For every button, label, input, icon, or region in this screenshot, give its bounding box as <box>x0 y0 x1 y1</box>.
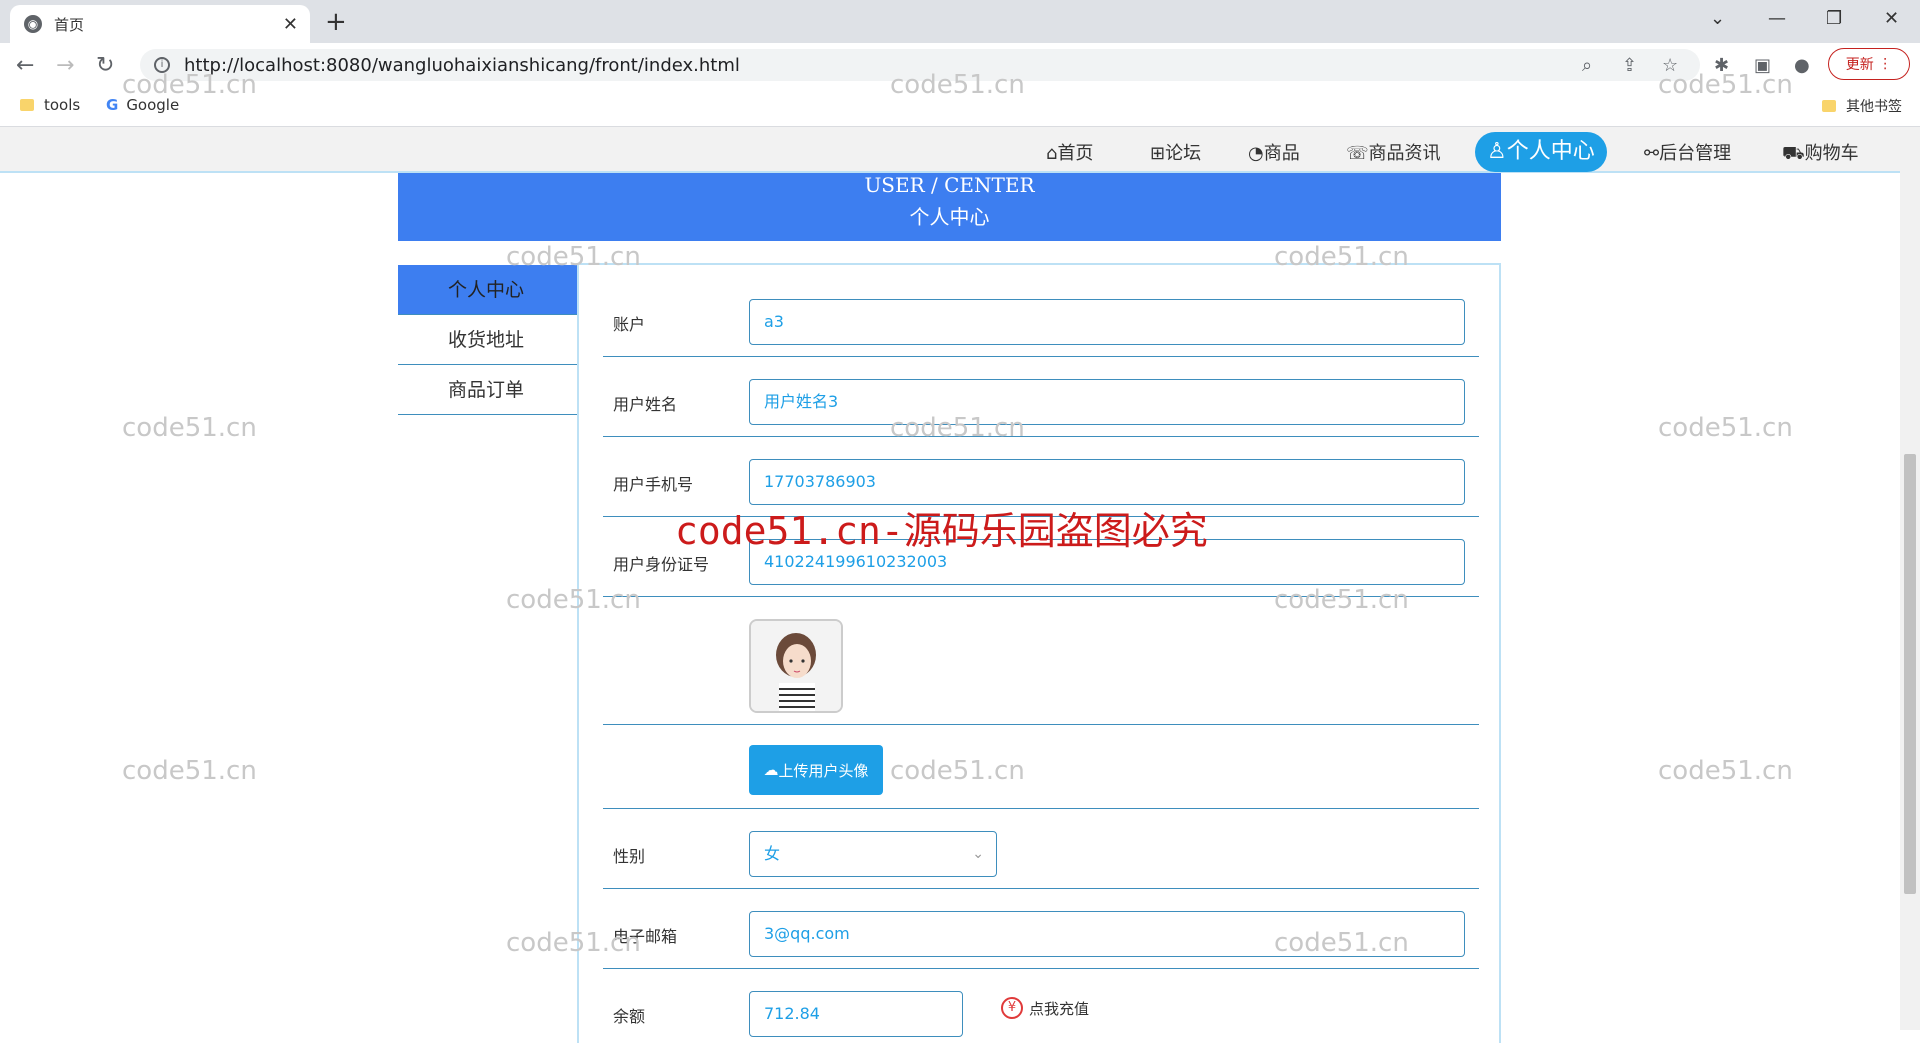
share-icon[interactable]: ⇪ <box>1622 55 1637 76</box>
url-text[interactable]: http://localhost:8080/wangluohaixianshic… <box>184 55 740 76</box>
name-input[interactable]: 用户姓名3 <box>749 379 1465 425</box>
row-avatar <box>603 597 1479 725</box>
row-gender: 性别 女 ⌄ <box>603 809 1479 889</box>
nav-cart[interactable]: ⛟购物车 <box>1782 139 1859 167</box>
banner-title: 个人中心 <box>909 205 990 229</box>
back-icon[interactable]: ← <box>16 53 34 78</box>
window-close-icon[interactable]: ✕ <box>1884 8 1899 29</box>
watermark: code51.cn <box>1274 585 1409 615</box>
bookmark-label: tools <box>44 96 81 114</box>
new-tab-icon[interactable]: + <box>325 7 347 37</box>
bookmark-tools[interactable]: tools <box>20 96 80 114</box>
chevron-down-icon: ⌄ <box>972 846 984 862</box>
watermark: code51.cn <box>122 70 257 100</box>
folder-icon <box>1822 100 1836 112</box>
watermark: code51.cn <box>1658 70 1793 100</box>
phone-label: 用户手机号 <box>613 475 694 494</box>
update-button[interactable]: 更新 ⋮ <box>1828 48 1910 80</box>
side-item-address[interactable]: 收货地址 <box>398 315 578 365</box>
globe-icon: ◉ <box>24 15 42 33</box>
phone-input[interactable]: 17703786903 <box>749 459 1465 505</box>
page-scrollbar[interactable] <box>1900 127 1920 1030</box>
nav-news[interactable]: ☏商品资讯 <box>1346 139 1441 165</box>
tab-title: 首页 <box>54 15 85 34</box>
row-upload: ☁ 上传用户头像 <box>603 725 1479 809</box>
close-tab-icon[interactable]: ✕ <box>283 14 298 35</box>
account-input[interactable]: a3 <box>749 299 1465 345</box>
update-label: 更新 <box>1845 57 1874 73</box>
nav-admin[interactable]: ⚯后台管理 <box>1644 139 1731 165</box>
minimize-icon[interactable]: — <box>1768 8 1786 29</box>
forward-icon[interactable]: → <box>56 53 74 78</box>
avatar <box>749 619 843 713</box>
nav-user-center[interactable]: ♙个人中心 <box>1475 132 1607 172</box>
google-icon: G <box>106 96 119 114</box>
balance-label: 余额 <box>613 1007 646 1026</box>
account-label: 账户 <box>613 315 646 334</box>
row-balance: 余额 712.84 ¥ 点我充值 <box>603 969 1479 1045</box>
row-account: 账户 a3 <box>603 265 1479 357</box>
row-name: 用户姓名 用户姓名3 <box>603 357 1479 437</box>
gender-value: 女 <box>764 844 781 863</box>
profile-icon[interactable]: ● <box>1794 55 1810 76</box>
watermark: code51.cn <box>506 242 641 272</box>
nav-home[interactable]: ⌂首页 <box>1046 139 1093 165</box>
page-banner: USER / CENTER 个人中心 <box>398 173 1501 241</box>
browser-tab-bar: ◉ 首页 ✕ + ⌄ — ❐ ✕ <box>0 0 1920 43</box>
watermark: code51.cn <box>1274 928 1409 958</box>
watermark: code51.cn <box>1274 242 1409 272</box>
recharge-label: 点我充值 <box>1029 999 1090 1018</box>
upload-avatar-button[interactable]: ☁ 上传用户头像 <box>749 745 883 795</box>
watermark: code51.cn <box>890 413 1025 443</box>
watermark: code51.cn <box>506 928 641 958</box>
zoom-icon[interactable]: ⌕ <box>1582 55 1592 76</box>
watermark: code51.cn <box>122 413 257 443</box>
scrollbar-thumb[interactable] <box>1904 454 1916 894</box>
watermark: code51.cn <box>506 585 641 615</box>
profile-form: 账户 a3 用户姓名 用户姓名3 用户手机号 17703786903 用户身份证… <box>577 263 1501 1043</box>
watermark: code51.cn <box>1658 756 1793 786</box>
watermark: code51.cn <box>890 70 1025 100</box>
name-label: 用户姓名 <box>613 395 678 414</box>
tab-search-icon[interactable]: ⌄ <box>1710 8 1725 29</box>
avatar-image <box>751 621 841 711</box>
recharge-link[interactable]: ¥ 点我充值 <box>1001 997 1089 1019</box>
nav-forum[interactable]: ⊞论坛 <box>1150 139 1201 165</box>
side-item-orders[interactable]: 商品订单 <box>398 365 578 415</box>
yen-icon: ¥ <box>1001 997 1023 1019</box>
browser-tab[interactable]: ◉ 首页 ✕ <box>10 5 310 43</box>
cloud-upload-icon: ☁ <box>763 761 779 779</box>
reload-icon[interactable]: ↻ <box>96 53 114 78</box>
watermark: code51.cn <box>122 756 257 786</box>
watermark: code51.cn <box>1658 413 1793 443</box>
balance-input[interactable]: 712.84 <box>749 991 963 1037</box>
copyright-watermark: code51.cn-源码乐园盗图必究 <box>675 509 1208 553</box>
side-menu: 个人中心 收货地址 商品订单 <box>398 265 578 415</box>
other-bookmarks[interactable]: 其他书签 <box>1822 96 1902 116</box>
gender-label: 性别 <box>613 847 646 866</box>
site-nav: ⌂首页 ⊞论坛 ◔商品 ☏商品资讯 ♙个人中心 ⚯后台管理 ⛟购物车 <box>0 127 1900 173</box>
folder-icon <box>20 99 34 111</box>
nav-goods[interactable]: ◔商品 <box>1248 139 1300 165</box>
banner-en: USER / CENTER <box>864 173 1035 197</box>
side-item-user-center[interactable]: 个人中心 <box>398 265 578 315</box>
watermark: code51.cn <box>890 756 1025 786</box>
upload-label: 上传用户头像 <box>778 761 869 780</box>
restore-icon[interactable]: ❐ <box>1826 8 1842 29</box>
other-bookmarks-label: 其他书签 <box>1846 99 1902 115</box>
gender-select[interactable]: 女 ⌄ <box>749 831 997 877</box>
